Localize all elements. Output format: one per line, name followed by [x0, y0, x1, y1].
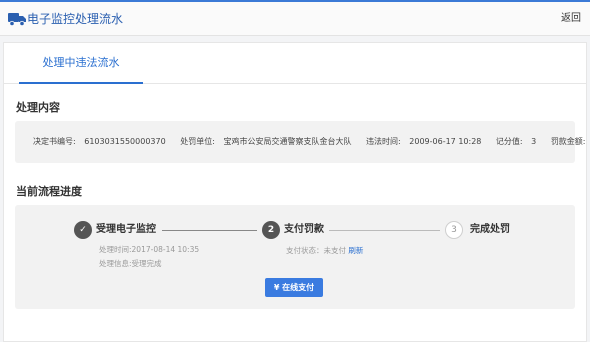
fine-amount: 罚款金额: 100	[551, 137, 590, 146]
step-connector-2	[329, 230, 440, 231]
step-1-process-info: 处理信息:受理完成	[99, 259, 162, 268]
step-3-label: 完成处罚	[470, 224, 510, 235]
tab-bar: 处理中违法流水	[4, 43, 586, 84]
step-2-label: 支付罚款	[284, 224, 324, 235]
top-bar: 电子监控处理流水 返回	[0, 0, 590, 36]
tab-processing-violations[interactable]: 处理中违法流水	[19, 43, 143, 84]
progress-section-title: 当前流程进度	[16, 185, 82, 198]
main-panel: 处理中违法流水 处理内容 决定书编号: 6103031550000370 处罚单…	[3, 42, 587, 342]
online-pay-button[interactable]: ¥ 在线支付	[265, 278, 323, 297]
step-1-process-time: 处理时间:2017-08-14 10:35	[99, 245, 200, 254]
violation-time-value: 2009-06-17 10:28	[409, 137, 482, 146]
penalty-unit-label: 处罚单位:	[180, 137, 215, 146]
violation-time: 违法时间: 2009-06-17 10:28	[366, 137, 487, 146]
decision-no-value: 6103031550000370	[84, 137, 166, 146]
penalty-unit-value: 宝鸡市公安局交通警察支队金台大队	[223, 137, 352, 146]
payment-status: 支付状态：未支付 刷新	[286, 245, 363, 256]
payment-status-text: 支付状态：未支付	[286, 246, 346, 255]
truck-icon	[8, 13, 26, 26]
points: 记分值: 3	[496, 137, 542, 146]
violation-time-label: 违法时间:	[366, 137, 401, 146]
step-1-label: 受理电子监控	[96, 224, 156, 235]
points-value: 3	[531, 137, 537, 146]
violation-info-box: 决定书编号: 6103031550000370 处罚单位: 宝鸡市公安局交通警察…	[15, 121, 586, 163]
refresh-link[interactable]: 刷新	[348, 246, 363, 255]
points-label: 记分值:	[495, 137, 523, 146]
step-2-number: 2	[262, 221, 280, 239]
step-3-number: 3	[445, 221, 463, 239]
content-section-title: 处理内容	[16, 101, 60, 114]
decision-no-label: 决定书编号:	[33, 137, 76, 146]
penalty-unit: 处罚单位: 宝鸡市公安局交通警察支队金台大队	[180, 137, 357, 146]
page-title: 电子监控处理流水	[27, 12, 124, 26]
fine-label: 罚款金额:	[550, 137, 586, 146]
process-progress-box: ✓ 受理电子监控 处理时间:2017-08-14 10:35 处理信息:受理完成…	[15, 205, 575, 309]
step-1-check-icon: ✓	[74, 221, 92, 239]
step-connector-1	[162, 230, 257, 231]
back-link[interactable]: 返回	[561, 12, 581, 26]
decision-no: 决定书编号: 6103031550000370	[33, 137, 172, 146]
